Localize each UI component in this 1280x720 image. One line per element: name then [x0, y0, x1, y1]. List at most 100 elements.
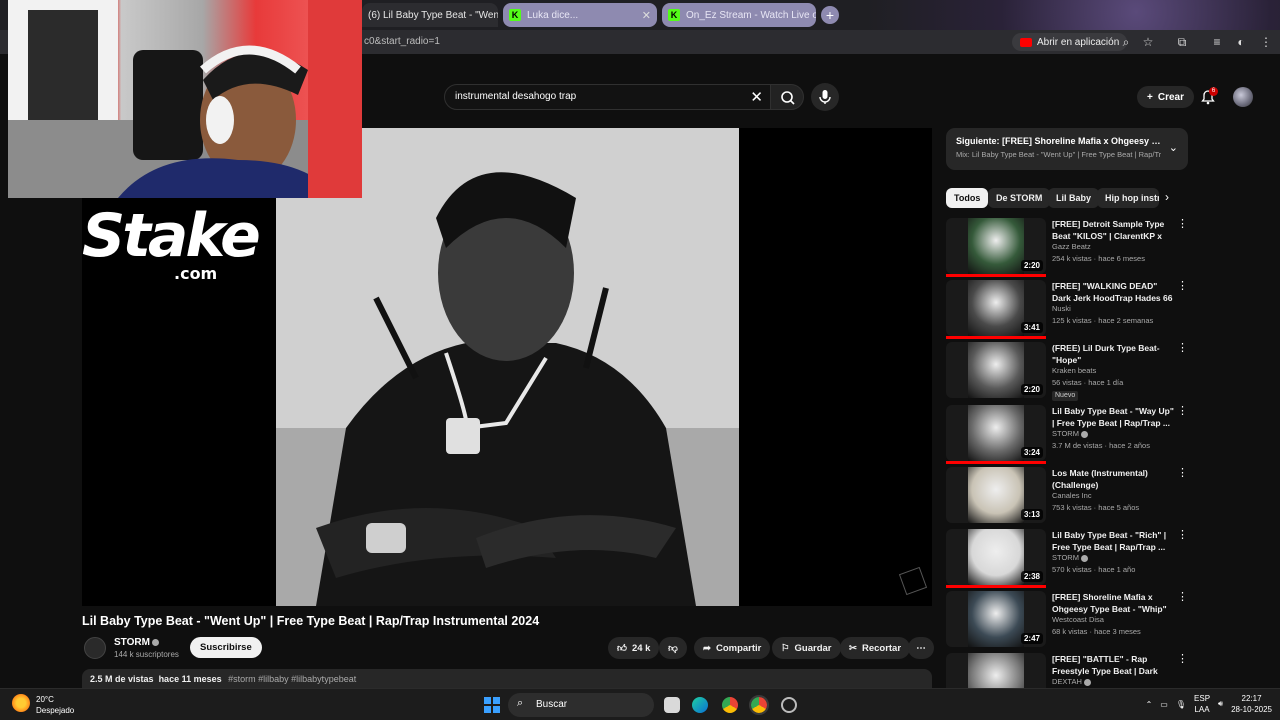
app-icon[interactable]	[781, 697, 797, 713]
chip-lil-baby[interactable]: Lil Baby	[1048, 188, 1100, 208]
recommendation-title[interactable]: [FREE] "BATTLE" - Rap Freestyle Type Bea…	[1052, 653, 1176, 677]
up-next-panel[interactable]: Siguiente: [FREE] Shoreline Mafia x Ohge…	[946, 128, 1188, 170]
more-options-icon[interactable]: ⋮	[1177, 218, 1188, 230]
recommendation-item[interactable]: 2:47 [FREE] Shoreline Mafia x Ohgeesy Typ…	[946, 591, 1190, 649]
weather-widget[interactable]: 20°C Despejado	[12, 694, 74, 716]
taskbar-search[interactable]: ⌕ Buscar	[508, 693, 654, 717]
tab-kick-luka[interactable]: K Luka dice... ✕	[503, 3, 657, 27]
dislike-button[interactable]: 👎︎	[659, 637, 687, 659]
watched-progress-bar	[946, 461, 1046, 464]
more-options-icon[interactable]: ⋮	[1177, 653, 1188, 665]
recommendation-title[interactable]: [FREE] Detroit Sample Type Beat "KILOS" …	[1052, 218, 1176, 242]
more-options-icon[interactable]: ⋮	[1177, 467, 1188, 479]
recommendation-thumbnail[interactable]: 2:20	[946, 342, 1046, 398]
recommendation-title[interactable]: (FREE) Lil Durk Type Beat- "Hope"	[1052, 342, 1176, 366]
recommendation-channel[interactable]: STORM	[1052, 553, 1088, 562]
search-input[interactable]: instrumental desahogo trap ✕	[444, 84, 774, 110]
browser-theme-background	[800, 0, 1280, 30]
bookmark-star-icon[interactable]: ☆	[1140, 34, 1156, 50]
youtube-icon	[1020, 37, 1032, 47]
more-options-icon[interactable]: ⋮	[1177, 342, 1188, 354]
recommendation-thumbnail[interactable]: 2:47	[946, 591, 1046, 647]
video-player[interactable]: Stake .com	[82, 128, 932, 606]
channel-name[interactable]: STORM	[114, 637, 159, 648]
search-button[interactable]	[770, 84, 804, 110]
up-next-mix: Mix: Lil Baby Type Beat - "Went Up" | Fr…	[956, 150, 1161, 159]
zoom-icon[interactable]: ⌕	[1118, 34, 1134, 50]
save-button[interactable]: ⚐ Guardar	[772, 637, 841, 659]
chip-from-storm[interactable]: De STORM	[988, 188, 1051, 208]
recommendation-item[interactable]: 2:20 (FREE) Lil Durk Type Beat- "Hope" Kra…	[946, 342, 1190, 401]
more-actions-button[interactable]: ⋯	[908, 637, 934, 659]
recommendation-item[interactable]: 3:13 Los Mate (Instrumental) (Challenge) C…	[946, 467, 1190, 525]
subscribe-button[interactable]: Suscribirse	[190, 637, 262, 658]
edge-icon[interactable]	[692, 697, 708, 713]
recommendation-channel-name: Nuski	[1052, 304, 1071, 313]
watched-progress-bar	[946, 585, 1046, 588]
windows-start-icon[interactable]	[484, 697, 500, 713]
watched-progress-bar	[946, 274, 1046, 277]
more-options-icon[interactable]: ⋮	[1177, 405, 1188, 417]
clip-button[interactable]: ✂ Recortar	[840, 637, 911, 659]
open-in-app-button[interactable]: Abrir en aplicación	[1012, 33, 1128, 51]
close-icon[interactable]: ✕	[642, 9, 651, 22]
chrome-profile-icon[interactable]	[749, 695, 769, 715]
more-options-icon[interactable]: ⋮	[1177, 529, 1188, 541]
tab-youtube[interactable]: (6) Lil Baby Type Beat - "Went U ✕	[362, 3, 498, 27]
recommendation-channel[interactable]: STORM	[1052, 429, 1088, 438]
recommendation-item[interactable]: 2:38 Lil Baby Type Beat - "Rich" | Free T…	[946, 529, 1190, 588]
recommendation-channel[interactable]: Westcoast Disa	[1052, 615, 1104, 624]
network-icon[interactable]: ▭	[1160, 700, 1168, 709]
chip-hip-hop[interactable]: Hip hop instr	[1097, 188, 1159, 208]
task-view-icon[interactable]	[664, 697, 680, 713]
recommendation-channel[interactable]: Gazz Beatz	[1052, 242, 1091, 251]
chevron-right-icon[interactable]: ›	[1165, 190, 1169, 204]
create-button[interactable]: + Crear	[1137, 86, 1194, 108]
chrome-icon[interactable]	[722, 697, 738, 713]
microphone-icon[interactable]: 🎙︎	[1176, 700, 1186, 709]
more-options-icon[interactable]: ⋮	[1177, 280, 1188, 292]
channel-avatar[interactable]	[84, 637, 106, 659]
recommendation-title[interactable]: [FREE] "WALKING DEAD" Dark Jerk HoodTrap…	[1052, 280, 1176, 304]
like-button[interactable]: 👍︎ 24 k	[608, 637, 660, 659]
webcam-feed-image	[8, 0, 362, 198]
recommendation-channel[interactable]: Kraken beats	[1052, 366, 1096, 375]
clear-search-icon[interactable]: ✕	[750, 88, 763, 106]
chip-all[interactable]: Todos	[946, 188, 989, 208]
recommendation-title[interactable]: Los Mate (Instrumental) (Challenge)	[1052, 467, 1176, 491]
recommendation-channel[interactable]: DEXTAH	[1052, 677, 1091, 686]
tab-kick-on-ez[interactable]: K On_Ez Stream - Watch Live on K ✕	[662, 3, 816, 27]
profile-icon[interactable]: ◐	[1233, 34, 1249, 50]
chevron-up-icon[interactable]: ⌃	[1146, 700, 1153, 709]
clock[interactable]: 22:17 28-10-2025	[1231, 693, 1272, 715]
voice-search-button[interactable]	[811, 83, 839, 111]
browser-menu-icon[interactable]: ⋮	[1258, 34, 1274, 50]
recommendation-title[interactable]: Lil Baby Type Beat - "Rich" | Free Type …	[1052, 529, 1176, 553]
recommendation-item[interactable]: 2:20 [FREE] Detroit Sample Type Beat "KIL…	[946, 218, 1190, 277]
recommendation-channel[interactable]: Nuski	[1052, 304, 1071, 313]
extensions-icon[interactable]: ⧉	[1174, 34, 1190, 50]
recommendation-title[interactable]: [FREE] Shoreline Mafia x Ohgeesy Type Be…	[1052, 591, 1176, 615]
hashtags[interactable]: #storm #lilbaby #lilbabytypebeat	[228, 674, 356, 684]
account-avatar[interactable]	[1233, 87, 1253, 107]
playlist-icon[interactable]: ≡	[1209, 34, 1225, 50]
share-button[interactable]: ➦ Compartir	[694, 637, 771, 659]
recommendation-thumbnail[interactable]: 3:13	[946, 467, 1046, 523]
channel-watermark-icon[interactable]	[898, 566, 928, 596]
recommendation-thumbnail[interactable]: 3:24	[946, 405, 1046, 461]
recommendation-thumbnail[interactable]: 2:38	[946, 529, 1046, 585]
more-options-icon[interactable]: ⋮	[1177, 591, 1188, 603]
url-text[interactable]: c0&start_radio=1	[364, 36, 440, 47]
recommendation-item[interactable]: 3:24 Lil Baby Type Beat - "Way Up" | Free…	[946, 405, 1190, 464]
language-indicator[interactable]: ESP LAA	[1194, 693, 1210, 715]
volume-icon[interactable]: 🔊︎	[1218, 699, 1223, 709]
recommendation-thumbnail[interactable]: 3:41	[946, 280, 1046, 336]
new-tab-button[interactable]: +	[821, 6, 839, 24]
recommendation-item[interactable]: 3:41 [FREE] "WALKING DEAD" Dark Jerk Hood…	[946, 280, 1190, 339]
recommendation-title[interactable]: Lil Baby Type Beat - "Way Up" | Free Typ…	[1052, 405, 1176, 429]
recommendation-channel[interactable]: Canales Inc	[1052, 491, 1092, 500]
chevron-down-icon[interactable]: ⌄	[1169, 141, 1178, 154]
description-box[interactable]: 2.5 M de vistas hace 11 meses #storm #li…	[82, 669, 932, 689]
recommendation-thumbnail[interactable]: 2:20	[946, 218, 1046, 274]
clip-label: Recortar	[861, 642, 902, 654]
